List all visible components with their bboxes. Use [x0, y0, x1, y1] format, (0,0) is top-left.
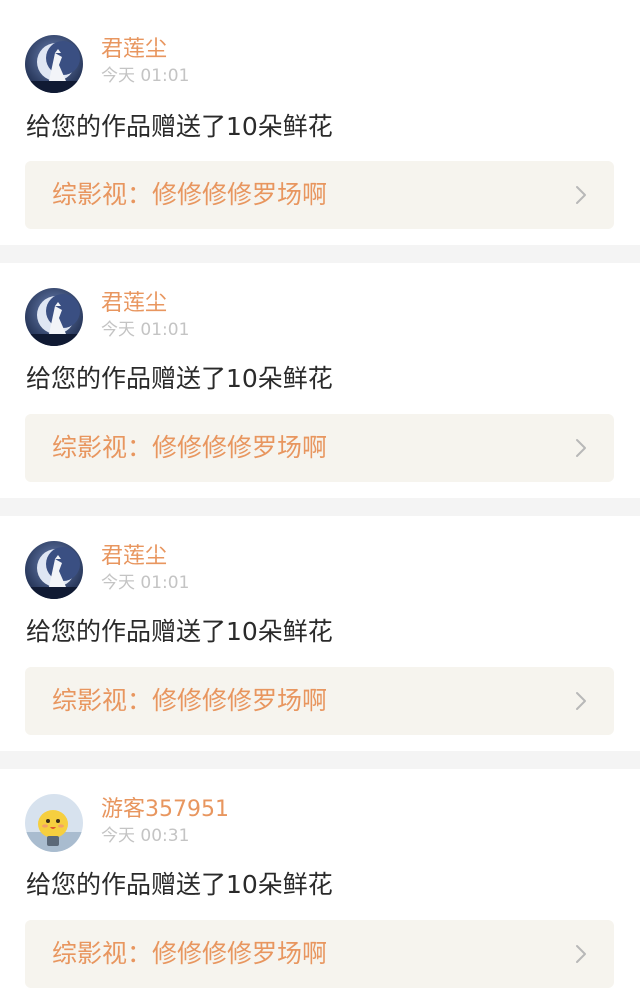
timestamp: 今天 01:01: [101, 66, 190, 86]
username[interactable]: 君莲尘: [101, 290, 189, 318]
chevron-right-icon: [576, 186, 586, 204]
work-link[interactable]: 综影视：修修修修罗场啊: [25, 161, 614, 229]
user-meta: 君莲尘 今天 01:01: [101, 36, 189, 88]
notification-message: 给您的作品赠送了10朵鲜花: [26, 112, 333, 141]
timestamp: 今天 00:31: [101, 826, 190, 846]
user-meta: 君莲尘 今天 01:01: [101, 543, 189, 595]
work-link[interactable]: 综影视：修修修修罗场啊: [25, 920, 614, 988]
notification-card: 君莲尘 今天 01:01 给您的作品赠送了10朵鲜花 综影视：修修修修罗场啊: [0, 263, 640, 498]
notification-message: 给您的作品赠送了10朵鲜花: [26, 870, 333, 899]
user-avatar[interactable]: [25, 794, 83, 852]
work-link[interactable]: 综影视：修修修修罗场啊: [25, 667, 614, 735]
work-title: 综影视：修修修修罗场啊: [52, 180, 328, 209]
user-avatar[interactable]: [25, 541, 83, 599]
work-title: 综影视：修修修修罗场啊: [52, 433, 328, 462]
work-title: 综影视：修修修修罗场啊: [52, 686, 328, 715]
user-avatar[interactable]: [25, 35, 83, 93]
chevron-right-icon: [576, 692, 586, 710]
username[interactable]: 游客357951: [101, 796, 229, 824]
work-title: 综影视：修修修修罗场啊: [52, 939, 328, 968]
user-meta: 游客357951 今天 00:31: [101, 796, 229, 848]
chevron-right-icon: [576, 439, 586, 457]
moon-figure-avatar-icon: [25, 288, 83, 346]
timestamp: 今天 01:01: [101, 573, 190, 593]
moon-figure-avatar-icon: [25, 541, 83, 599]
chevron-right-icon: [576, 945, 586, 963]
username[interactable]: 君莲尘: [101, 543, 189, 571]
username[interactable]: 君莲尘: [101, 36, 189, 64]
notification-feed: 君莲尘 今天 01:01 给您的作品赠送了10朵鲜花 综影视：修修修修罗场啊 君…: [0, 0, 640, 999]
work-link[interactable]: 综影视：修修修修罗场啊: [25, 414, 614, 482]
notification-message: 给您的作品赠送了10朵鲜花: [26, 364, 333, 393]
moon-figure-avatar-icon: [25, 35, 83, 93]
cartoon-chick-avatar-icon: [25, 794, 83, 852]
user-meta: 君莲尘 今天 01:01: [101, 290, 189, 342]
user-avatar[interactable]: [25, 288, 83, 346]
notification-card: 君莲尘 今天 01:01 给您的作品赠送了10朵鲜花 综影视：修修修修罗场啊: [0, 0, 640, 245]
timestamp: 今天 01:01: [101, 320, 190, 340]
notification-card: 游客357951 今天 00:31 给您的作品赠送了10朵鲜花 综影视：修修修修…: [0, 769, 640, 999]
notification-card: 君莲尘 今天 01:01 给您的作品赠送了10朵鲜花 综影视：修修修修罗场啊: [0, 516, 640, 751]
notification-message: 给您的作品赠送了10朵鲜花: [26, 617, 333, 646]
